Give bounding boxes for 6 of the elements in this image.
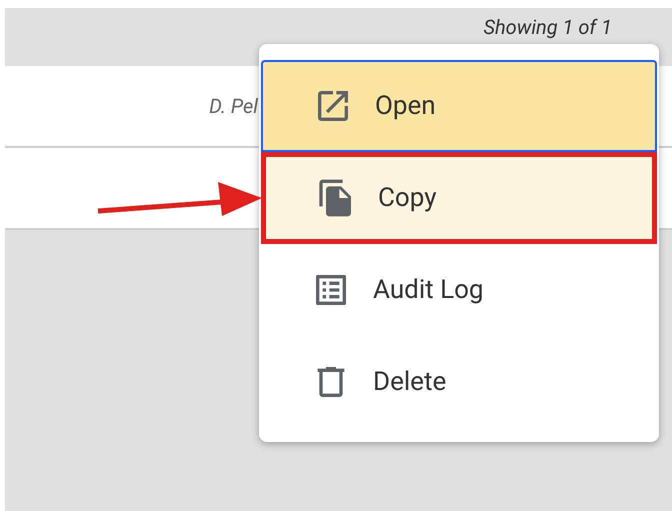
results-count: Showing 1 of 1 [483,14,612,41]
menu-item[interactable]: Copy [261,152,657,244]
menu-item[interactable]: Delete [261,336,657,428]
menu-item[interactable]: Open [261,60,657,152]
menu-item[interactable]: Audit Log [261,244,657,336]
table-cell-text: D. Pel [209,93,258,120]
